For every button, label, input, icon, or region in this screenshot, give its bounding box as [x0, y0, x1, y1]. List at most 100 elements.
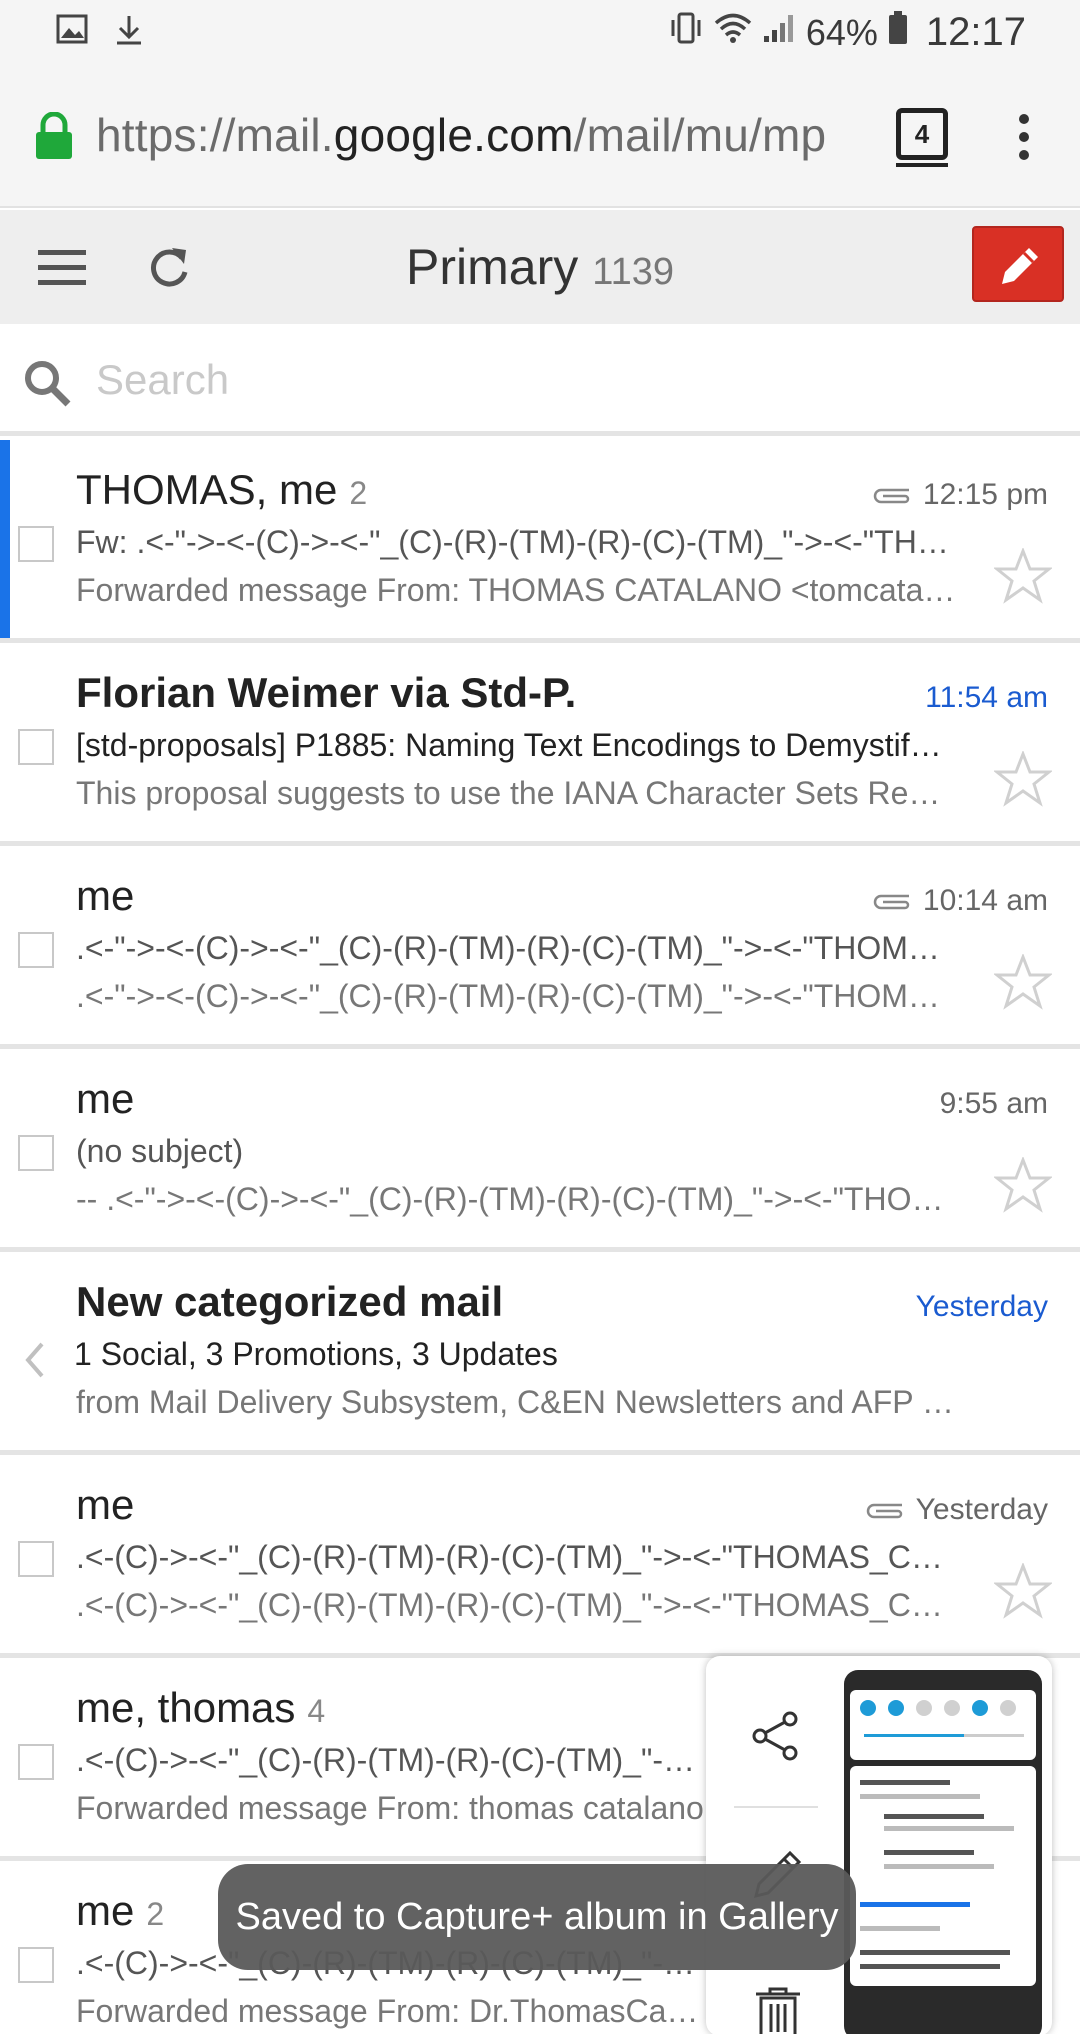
sender-name: me: [76, 1075, 135, 1122]
snippet: Forwarded message From: thomas catalano: [76, 1790, 704, 1826]
lock-icon: [34, 111, 74, 165]
row-checkbox[interactable]: [18, 932, 54, 968]
star-icon[interactable]: [992, 1561, 1054, 1624]
subject: .<-"->-<-(C)->-<-"_(C)-(R)-(TM)-(R)-(C)-…: [76, 930, 956, 966]
paperclip-icon: [873, 894, 910, 910]
battery-percent: 64%: [805, 11, 878, 53]
time-text: Yesterday: [915, 1493, 1048, 1526]
paperclip-icon: [866, 1503, 902, 1519]
download-icon: [114, 14, 144, 51]
sender-name: Florian Weimer via Std-P.: [76, 669, 577, 716]
subject: .<-(C)->-<-"_(C)-(R)-(TM)-(R)-(C)-(TM)_"…: [76, 1742, 706, 1778]
screenshot-actions: [706, 1656, 846, 2034]
snippet: -- .<-"->-<-(C)->-<-"_(C)-(R)-(TM)-(R)-(…: [76, 1181, 956, 1217]
wifi-icon: [714, 11, 752, 54]
thread-count: 4: [307, 1693, 326, 1729]
divider: [734, 1806, 818, 1808]
row-checkbox[interactable]: [18, 1135, 54, 1171]
tab-switcher-button[interactable]: 4: [896, 108, 948, 167]
thumbnail-notification: [850, 1766, 1036, 1986]
url-prefix: https://mail.: [96, 109, 334, 161]
time-stamp: Yesterday: [916, 1290, 1048, 1324]
share-icon[interactable]: [750, 1710, 802, 1767]
pencil-icon: [1002, 248, 1038, 284]
sender-name: THOMAS, me: [76, 466, 338, 513]
mail-row[interactable]: me 10:14 am .<-"->-<-(C)->-<-"_(C)-(R)-(…: [0, 846, 1080, 1049]
chevron-left-icon: [22, 1340, 46, 1390]
browser-url-bar: https://mail.google.com/mail/mu/mp 4: [0, 64, 1080, 208]
sender-name: me: [76, 1887, 135, 1934]
time-text: 10:14 am: [922, 884, 1048, 917]
url-host: google.com: [333, 109, 574, 161]
paperclip-icon: [873, 488, 910, 504]
search-input[interactable]: [96, 352, 996, 408]
time-stamp: 10:14 am: [871, 884, 1048, 918]
trash-icon[interactable]: [754, 1986, 802, 2034]
mailbox-count: 1139: [592, 251, 674, 293]
row-checkbox[interactable]: [18, 729, 54, 765]
status-clock: 12:17: [925, 10, 1026, 54]
subject: 1 Social, 3 Promotions, 3 Updates: [74, 1336, 558, 1372]
time-text: 9:55 am: [939, 1087, 1048, 1120]
mail-row[interactable]: me 9:55 am (no subject) -- .<-"->-<-(C)-…: [0, 1049, 1080, 1252]
signal-icon: [762, 11, 796, 54]
time-stamp: Yesterday: [864, 1493, 1048, 1527]
snippet: Forwarded message From: THOMAS CATALANO …: [76, 572, 956, 608]
subject: .<-(C)->-<-"_(C)-(R)-(TM)-(R)-(C)-(TM)_"…: [76, 1539, 956, 1575]
sender-name: me, thomas: [76, 1684, 296, 1731]
mailbox-label: Primary: [406, 239, 579, 295]
mail-row[interactable]: me Yesterday .<-(C)->-<-"_(C)-(R)-(TM)-(…: [0, 1455, 1080, 1658]
time-text: Yesterday: [915, 1290, 1048, 1323]
thread-count: 2: [146, 1896, 165, 1932]
page-title: Primary 1139: [0, 238, 1080, 296]
search-icon: [22, 358, 72, 413]
sender-name: me: [76, 872, 135, 919]
toast-message: Saved to Capture+ album in Gallery: [218, 1864, 856, 1970]
sender: Florian Weimer via Std-P.: [76, 669, 576, 717]
screenshot-preview-panel: [706, 1656, 1052, 2034]
sender: me 2: [76, 1887, 164, 1935]
row-checkbox[interactable]: [18, 1744, 54, 1780]
url-path: /mail/mu/mp: [573, 109, 827, 161]
time-stamp: 12:15 pm: [871, 478, 1048, 512]
snippet: This proposal suggests to use the IANA C…: [76, 775, 956, 811]
compose-button[interactable]: [972, 226, 1064, 302]
time-stamp: 9:55 am: [940, 1087, 1048, 1121]
subject: [std-proposals] P1885: Naming Text Encod…: [76, 727, 956, 763]
row-checkbox[interactable]: [18, 1541, 54, 1577]
battery-icon: [888, 10, 908, 55]
search-bar: [0, 324, 1080, 436]
sender: me: [76, 872, 134, 920]
mail-row[interactable]: THOMAS, me 2 12:15 pm Fw: .<-"->-<-(C)->-…: [0, 440, 1080, 643]
categorized-mail-row[interactable]: New categorized mail Yesterday 1 Social,…: [0, 1252, 1080, 1455]
time-text: 12:15 pm: [922, 478, 1048, 511]
gmail-toolbar: Primary 1139: [0, 210, 1080, 324]
star-icon[interactable]: [992, 546, 1054, 609]
row-checkbox[interactable]: [18, 526, 54, 562]
sender: me: [76, 1075, 134, 1123]
time-stamp: 11:54 am: [925, 681, 1048, 715]
browser-menu-icon[interactable]: [1016, 114, 1032, 168]
sender: THOMAS, me 2: [76, 466, 367, 514]
vibrate-icon: [668, 11, 704, 54]
time-text: 11:54 am: [925, 681, 1048, 714]
star-icon[interactable]: [992, 1155, 1054, 1218]
row-checkbox[interactable]: [18, 1947, 54, 1983]
screenshot-thumbnail[interactable]: [844, 1670, 1042, 2034]
mail-row[interactable]: Florian Weimer via Std-P. 11:54 am [std-…: [0, 643, 1080, 846]
thread-count: 2: [349, 475, 368, 511]
snippet: .<-"->-<-(C)->-<-"_(C)-(R)-(TM)-(R)-(C)-…: [76, 978, 956, 1014]
sender-name: me: [76, 1481, 135, 1528]
address-field[interactable]: https://mail.google.com/mail/mu/mp: [96, 108, 866, 168]
subject: Fw: .<-"->-<-(C)->-<-"_(C)-(R)-(TM)-(R)-…: [76, 524, 956, 560]
snippet: Forwarded message From: Dr.ThomasCatalan…: [76, 1993, 706, 2029]
status-bar: 64% 12:17: [0, 0, 1080, 64]
star-icon[interactable]: [992, 749, 1054, 812]
sender-name: New categorized mail: [76, 1278, 504, 1325]
thumbnail-quick-settings: [850, 1690, 1036, 1760]
snippet: .<-(C)->-<-"_(C)-(R)-(TM)-(R)-(C)-(TM)_"…: [76, 1587, 956, 1623]
star-icon[interactable]: [992, 952, 1054, 1015]
subject: (no subject): [76, 1133, 244, 1169]
sender: me, thomas 4: [76, 1684, 325, 1732]
image-icon: [56, 14, 88, 51]
